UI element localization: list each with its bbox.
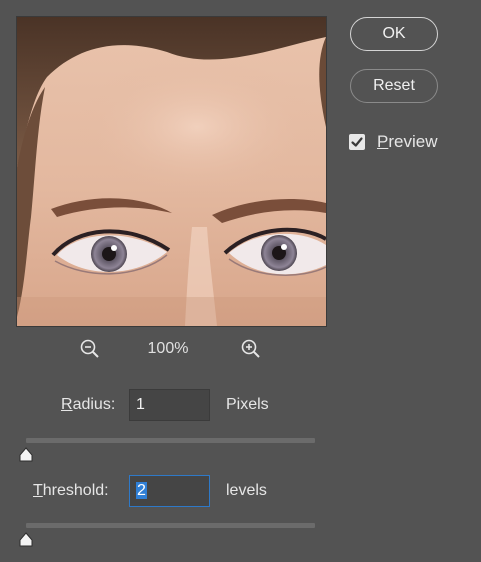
preview-toggle[interactable]: Preview	[349, 131, 437, 153]
ok-button[interactable]: OK	[350, 17, 438, 51]
threshold-value: 2	[136, 482, 147, 499]
radius-value: 1	[136, 396, 145, 413]
zoom-controls: 100%	[16, 336, 325, 364]
radius-label: Radius:	[61, 396, 116, 413]
face-preview-image	[17, 17, 326, 326]
slider-handle-icon	[19, 447, 33, 462]
zoom-in-icon[interactable]	[240, 338, 262, 360]
preview-checkbox[interactable]	[349, 134, 365, 150]
zoom-out-icon[interactable]	[79, 338, 101, 360]
threshold-label: Threshold:	[33, 482, 109, 499]
reset-button[interactable]: Reset	[350, 69, 438, 103]
radius-slider-track[interactable]	[26, 438, 315, 443]
threshold-unit: levels	[226, 482, 267, 499]
preview-label: Preview	[377, 132, 438, 151]
radius-input[interactable]: 1	[129, 389, 210, 421]
slider-handle-icon	[19, 532, 33, 547]
checkmark-icon	[351, 137, 363, 147]
radius-slider-thumb[interactable]	[18, 447, 34, 463]
threshold-slider-thumb[interactable]	[18, 532, 34, 548]
zoom-level: 100%	[147, 340, 189, 357]
preview-image[interactable]	[16, 16, 327, 327]
threshold-input[interactable]: 2	[129, 475, 210, 507]
threshold-slider-track[interactable]	[26, 523, 315, 528]
radius-unit: Pixels	[226, 396, 269, 413]
